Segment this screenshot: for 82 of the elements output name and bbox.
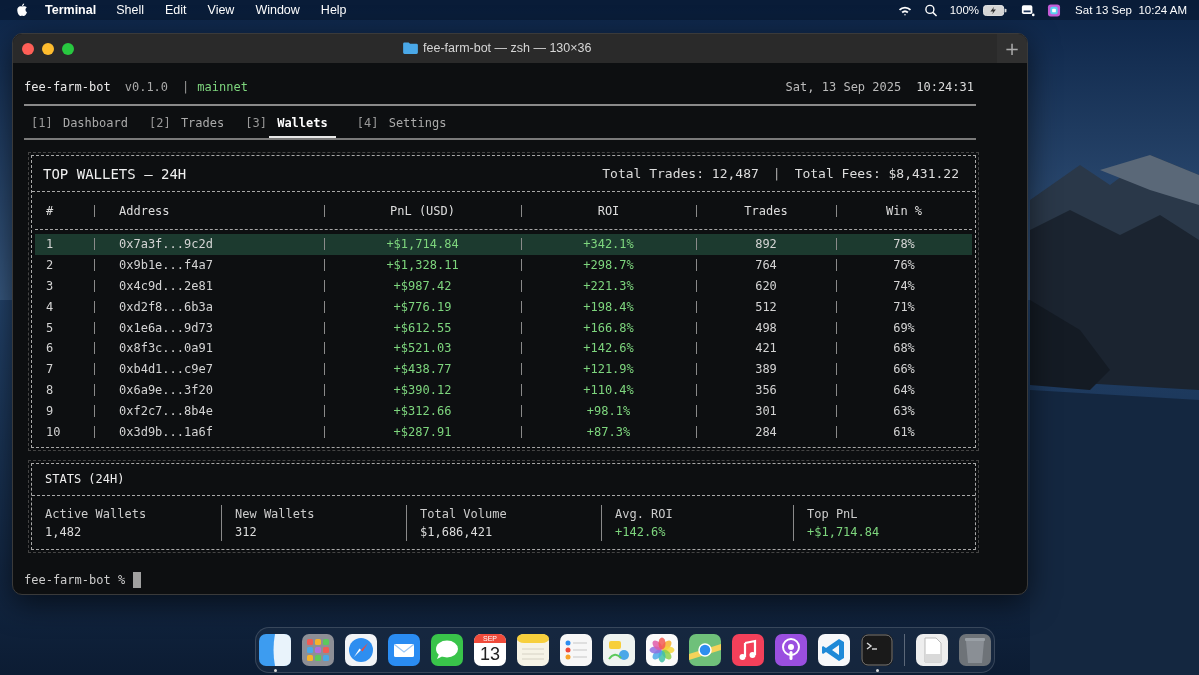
table-cell-text: 3 [45, 279, 55, 293]
time-label: 10:24:31 [916, 80, 974, 94]
table-title: TOP WALLETS — 24H [43, 165, 187, 182]
stat-label: Top PnL [807, 505, 859, 523]
text-cursor [133, 571, 142, 588]
app-name: fee-farm-bot [24, 80, 111, 94]
table-cell-text: 2 [45, 258, 55, 273]
menu-bar-clock[interactable]: Sat 13 Sep 10:24 AM [1075, 4, 1187, 16]
minimize-button[interactable] [42, 42, 54, 55]
stat-value: +$1,714.84 [807, 523, 881, 541]
zoom-button[interactable] [62, 42, 74, 55]
terminal-icon[interactable] [861, 634, 893, 666]
trash-icon[interactable] [959, 634, 991, 666]
window-title: fee-farm-bot — zsh — 130×36 [423, 41, 592, 55]
menu-item[interactable]: Help [320, 3, 347, 17]
stat-value: 312 [235, 523, 258, 541]
music-note-icon[interactable] [732, 634, 764, 666]
menu-item[interactable]: Shell [116, 3, 144, 17]
table-row[interactable]: 8 0x6a9e...3f20 +$390.12 +110.4% 356 64% [35, 379, 972, 401]
finder-icon[interactable] [259, 634, 291, 666]
table-row[interactable]: 1 0x7a3f...9c2d +$1,714.84 +342.1% 892 78% [35, 234, 972, 255]
stat-label: Total Volume [420, 505, 508, 523]
table-row[interactable]: 5 0x1e6a...9d73 +$612.55 +166.8% 498 69% [35, 317, 972, 338]
date-label: Sat, 13 Sep 2025 [785, 80, 902, 94]
speech-bubble-icon[interactable] [431, 634, 463, 666]
tab[interactable]: [4] Settings [356, 114, 447, 138]
shell-prompt: fee-farm-bot % [24, 572, 126, 587]
whiteboard-icon[interactable] [603, 634, 635, 666]
separator: | [182, 80, 190, 94]
tab[interactable]: [2] Trades [148, 114, 225, 138]
map-icon[interactable] [689, 634, 721, 666]
table-cell-text: 6 [45, 341, 55, 356]
table-row[interactable]: 2 0x9b1e...f4a7 +$1,328.11 +298.7% 764 76% [35, 254, 972, 276]
new-tab-button[interactable]: + [997, 34, 1027, 63]
separator: | [772, 166, 781, 181]
table-cell-text: 9 [45, 403, 55, 418]
table-row[interactable]: 6 0x8f3c...0a91 +$521.03 +142.6% 421 68% [35, 338, 972, 359]
stat-label: New Wallets [235, 505, 316, 523]
table-cell-text: 5 [45, 320, 55, 335]
battery-percentage: 100% [949, 4, 980, 16]
tab[interactable]: [1] Dashboard [31, 114, 128, 138]
table-cell-text: 1 [45, 237, 55, 252]
app-grid-icon[interactable] [302, 634, 334, 666]
table-cell-text: 4 [45, 299, 55, 314]
display-icon[interactable] [1021, 3, 1036, 17]
compass-icon[interactable] [345, 634, 377, 666]
stat-value: $1,686,421 [420, 523, 494, 541]
envelope-icon[interactable] [388, 634, 420, 666]
menu-item[interactable]: Edit [164, 3, 187, 17]
stat-value: 1,482 [45, 523, 83, 541]
flower-icon[interactable] [646, 634, 678, 666]
stat-value: +142.6% [615, 523, 667, 541]
menu-item[interactable]: Window [255, 3, 300, 17]
table-row[interactable]: 4 0xd2f8...6b3a +$776.19 +198.4% 512 71% [35, 296, 972, 318]
table-cell-text: 8 [45, 382, 55, 397]
search-icon[interactable] [923, 3, 938, 17]
total-trades: Total Trades: 12,487 [602, 166, 759, 181]
close-button[interactable] [22, 42, 34, 55]
panel-title: STATS (24H) [45, 472, 125, 487]
notepad-icon[interactable] [517, 634, 549, 666]
version-label: v0.1.0 [124, 80, 169, 94]
table-cell-text: 7 [45, 362, 55, 377]
menu-item[interactable]: View [207, 3, 235, 17]
app-menu[interactable]: Terminal [45, 3, 97, 17]
total-fees: Total Fees: $8,431.22 [794, 166, 959, 181]
tab[interactable]: [3] Wallets [245, 114, 336, 138]
apple-icon[interactable] [16, 3, 28, 17]
checklist-icon[interactable] [560, 634, 592, 666]
stat-label: Avg. ROI [615, 505, 674, 523]
code-editor-icon[interactable] [818, 634, 850, 666]
table-row[interactable]: 7 0xb4d1...c9e7 +$438.77 +121.9% 389 66% [35, 358, 972, 380]
table-cell-text: 10 [45, 424, 62, 439]
document-icon[interactable] [916, 634, 948, 666]
table-row[interactable]: 9 0xf2c7...8b4e +$312.66 +98.1% 301 63% [35, 400, 972, 422]
table-row[interactable]: 10 0x3d9b...1a6f +$287.91 +87.3% 284 61% [35, 421, 972, 442]
stat-label: Active Wallets [45, 505, 148, 523]
battery-icon[interactable] [983, 4, 1008, 16]
folder-icon [403, 42, 418, 54]
podcast-icon[interactable] [775, 634, 807, 666]
table-row[interactable]: 3 0x4c9d...2e81 +$987.42 +221.3% 620 74% [35, 275, 972, 297]
network-label: mainnet [197, 80, 248, 94]
column-header: # [45, 203, 55, 218]
